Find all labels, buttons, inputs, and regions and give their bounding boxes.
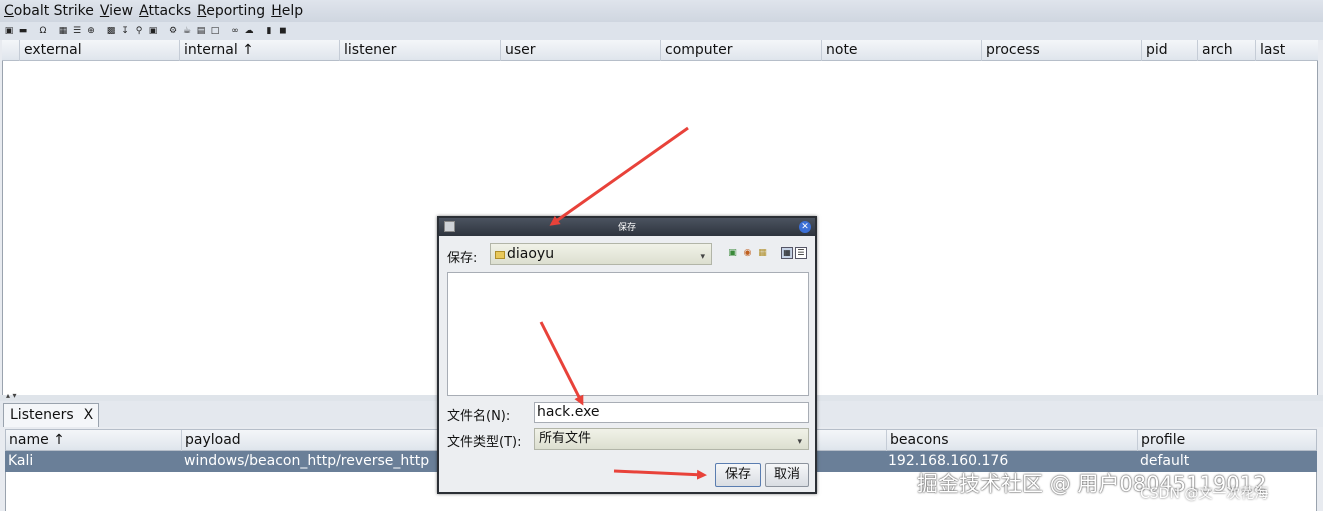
save-dialog: 保存 ✕ 保存: diaoyu ▾ ▣ ◉ ▦ ▦ ☰ 文件名(N): hack… [437,216,817,494]
folder-select[interactable]: diaoyu ▾ [490,243,712,265]
beacon-table-header: external internal ↑ listener user comput… [2,40,1318,61]
folder-icon [495,250,505,259]
save-button[interactable]: 保存 [715,463,761,487]
listener-payload: windows/beacon_http/reverse_http [184,453,430,469]
column-header-computer[interactable]: computer [661,40,822,61]
filetype-select[interactable]: 所有文件 ▾ [534,428,809,450]
tab-close-button[interactable]: X [84,407,94,423]
session-list-icon[interactable]: ☰ [71,26,83,37]
column-header-listener[interactable]: listener [340,40,501,61]
file-list[interactable] [447,272,809,396]
menu-cobalt-strike[interactable]: Cobalt Strike [4,3,94,19]
cloud-icon[interactable]: ☁ [243,26,255,37]
chevron-down-icon: ▾ [700,252,705,262]
credentials-icon[interactable]: ▩ [105,26,117,37]
column-header-pid[interactable]: pid [1142,40,1198,61]
screenshot-icon[interactable]: ▣ [147,26,159,37]
column-header-profile[interactable]: profile [1138,430,1316,451]
menu-bar: Cobalt Strike View Attacks Reporting Hel… [0,0,1323,22]
coffee-icon[interactable]: ☕ [181,26,193,37]
download-icon[interactable]: ↧ [119,26,131,37]
filename-input[interactable]: hack.exe [534,402,809,423]
add-icon[interactable]: ▣ [3,26,15,37]
column-header-icon[interactable] [2,40,20,61]
list-view-icon[interactable]: ▦ [781,247,793,259]
new-folder-icon[interactable]: ▦ [757,248,768,259]
column-header-arch[interactable]: arch [1198,40,1256,61]
headphones-icon[interactable]: Ω [37,26,49,37]
clipboard-icon[interactable]: ▤ [195,26,207,37]
column-header-note[interactable]: note [822,40,982,61]
folder-nav-icons: ▣ ◉ ▦ [727,248,772,259]
target-icon[interactable]: ⊕ [85,26,97,37]
column-header-external[interactable]: external [20,40,180,61]
filetype-label: 文件类型(T): [447,435,522,450]
key-icon[interactable]: ⚲ [133,26,145,37]
dialog-title: 保存 [617,223,636,233]
pivot-graph-icon[interactable]: ▦ [57,26,69,37]
up-folder-icon[interactable]: ▣ [727,248,738,259]
column-header-process[interactable]: process [982,40,1142,61]
dialog-title-bar[interactable]: 保存 ✕ [439,218,815,236]
package-icon[interactable]: ◼ [277,26,289,37]
remove-icon[interactable]: ▬ [17,26,29,37]
listener-name: Kali [8,453,34,469]
save-in-label: 保存: [447,251,478,266]
column-header-name[interactable]: name ↑ [6,430,182,451]
details-view-icon[interactable]: ☰ [795,247,807,259]
csdn-watermark: CSDN @文一次花海 [1140,486,1269,502]
column-header-last[interactable]: last [1256,40,1318,61]
column-header-user[interactable]: user [501,40,661,61]
menu-attacks[interactable]: Attacks [139,3,191,19]
column-header-internal[interactable]: internal ↑ [180,40,340,61]
book-icon[interactable]: ▮ [263,26,275,37]
filename-label: 文件名(N): [447,409,511,424]
column-header-payload[interactable]: payload [182,430,440,451]
view-mode-icons: ▦ ☰ [781,247,809,259]
close-icon[interactable]: ✕ [799,221,811,233]
log-icon[interactable]: □ [209,26,221,37]
link-icon[interactable]: ∞ [229,26,241,37]
settings-icon[interactable]: ⚙ [167,26,179,37]
menu-help[interactable]: Help [271,3,303,19]
cancel-button[interactable]: 取消 [765,463,809,487]
menu-reporting[interactable]: Reporting [197,3,265,19]
toolbar: ▣ ▬ Ω ▦ ☰ ⊕ ▩ ↧ ⚲ ▣ ⚙ ☕ ▤ □ ∞ ☁ ▮ ◼ [0,22,1323,40]
column-header-beacons[interactable]: beacons [886,430,1138,451]
menu-view[interactable]: View [100,3,133,19]
chevron-down-icon: ▾ [797,437,802,447]
home-icon[interactable]: ◉ [742,248,753,259]
tab-listeners[interactable]: Listeners X [3,403,99,427]
